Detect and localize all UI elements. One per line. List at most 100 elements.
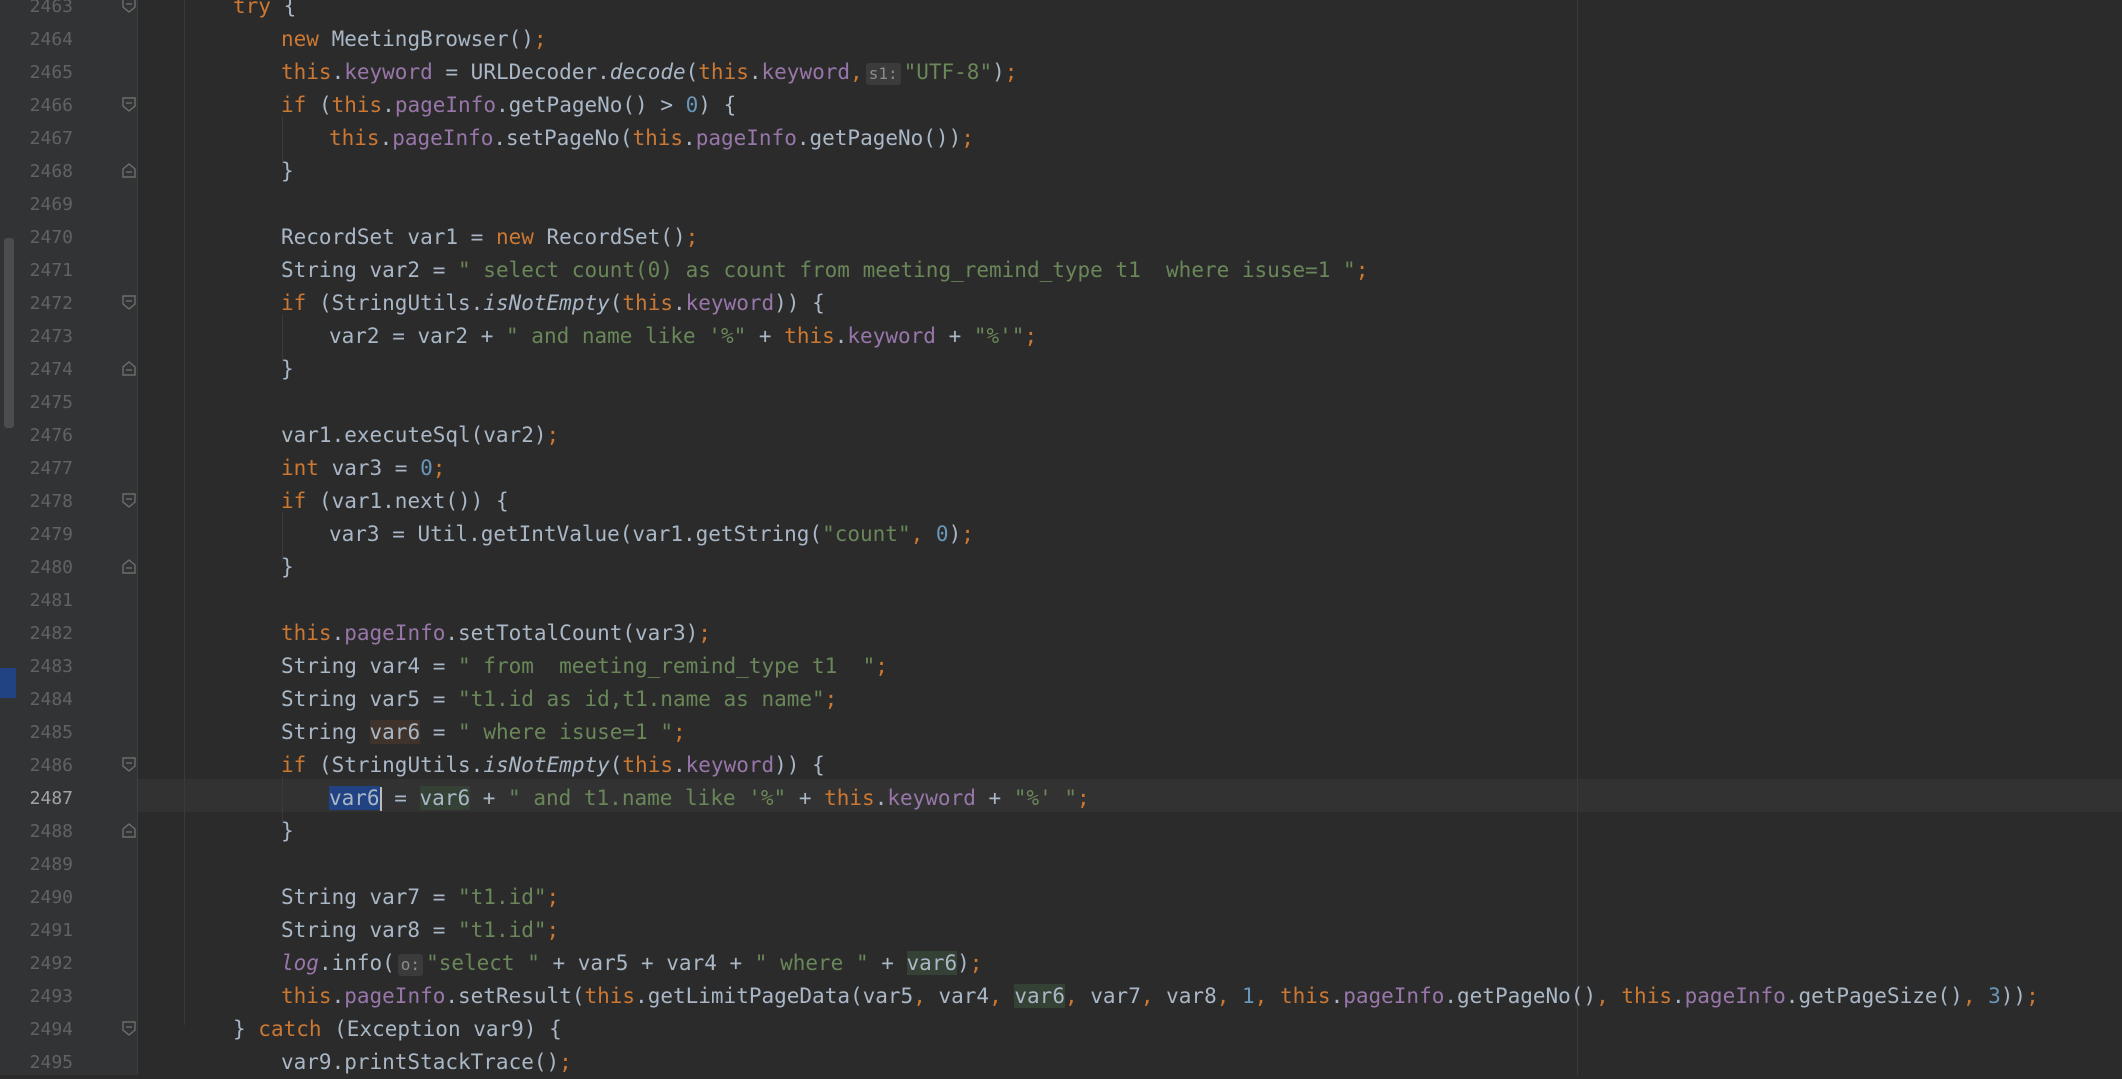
field: pageInfo xyxy=(392,126,494,150)
code-line[interactable]: String var5 = "t1.id as id,t1.name as na… xyxy=(281,683,837,716)
code-line[interactable]: try { xyxy=(233,0,296,23)
line-number: 2489 xyxy=(29,854,73,875)
semicolon: ; xyxy=(698,621,711,645)
code-text: String var2 = xyxy=(281,258,459,282)
code-line[interactable]: var1.executeSql(var2); xyxy=(281,419,559,452)
string-literal: " select count(0) as count from meeting_… xyxy=(458,258,1356,282)
code-line[interactable]: String var7 = "t1.id"; xyxy=(281,881,559,914)
code-text: var9.printStackTrace() xyxy=(281,1050,560,1074)
fold-start-icon[interactable] xyxy=(122,0,136,13)
line-number: 2490 xyxy=(29,887,73,908)
fold-start-icon[interactable] xyxy=(122,493,136,508)
code-line[interactable]: this.pageInfo.setTotalCount(var3); xyxy=(281,617,711,650)
code-line[interactable]: } xyxy=(281,155,294,188)
semicolon: ; xyxy=(685,225,699,249)
code-line[interactable]: this.pageInfo.setPageNo(this.pageInfo.ge… xyxy=(329,122,974,155)
code-line[interactable]: } xyxy=(281,353,294,386)
code-text: String var4 = xyxy=(281,654,459,678)
code-text: .info( xyxy=(318,951,395,975)
code-text: (Exception var9) { xyxy=(321,1017,562,1041)
code-text: var3 = Util.getIntValue(var1.getString( xyxy=(329,522,823,546)
fold-start-icon[interactable] xyxy=(122,97,136,112)
selected-variable[interactable]: var6 xyxy=(329,786,380,810)
code-line[interactable]: if (var1.next()) { xyxy=(281,485,509,518)
code-text: .setTotalCount(var3) xyxy=(445,621,699,645)
code-text: } xyxy=(281,159,294,183)
fold-end-icon[interactable] xyxy=(122,163,136,178)
code-text: .getPageNo()) xyxy=(796,126,962,150)
code-line[interactable]: var9.printStackTrace(); xyxy=(281,1046,572,1079)
string-literal: "%' " xyxy=(1013,786,1078,810)
code-line[interactable]: this.pageInfo.setResult(this.getLimitPag… xyxy=(281,980,2039,1013)
code-line[interactable]: new MeetingBrowser(); xyxy=(281,23,547,56)
parameter-hint: o: xyxy=(397,954,424,976)
code-text: + var5 + var4 + xyxy=(539,951,755,975)
fold-start-icon[interactable] xyxy=(122,757,136,772)
method: isNotEmpty xyxy=(483,753,610,777)
code-editor[interactable]: 2463 2464 2465 2466 2467 2468 2469 2470 … xyxy=(0,0,2122,1075)
line-number: 2492 xyxy=(29,953,73,974)
code-text: . xyxy=(748,60,762,84)
fold-start-icon[interactable] xyxy=(122,1021,136,1036)
code-line[interactable]: String var2 = " select count(0) as count… xyxy=(281,254,1368,287)
line-number: 2481 xyxy=(29,590,73,611)
code-text: } xyxy=(281,819,294,843)
code-text: .getLimitPageData(var5 xyxy=(635,984,914,1008)
scrollbar-thumb[interactable] xyxy=(4,238,14,428)
code-line[interactable]: this.keyword = URLDecoder.decode(this.ke… xyxy=(281,56,1017,89)
code-text: = xyxy=(381,786,420,810)
code-line[interactable]: var3 = Util.getIntValue(var1.getString("… xyxy=(329,518,974,551)
code-text: . xyxy=(382,93,395,117)
fold-start-icon[interactable] xyxy=(122,295,136,310)
field: pageInfo xyxy=(344,621,446,645)
comma: , xyxy=(1596,984,1609,1008)
code-text: . xyxy=(1330,984,1344,1008)
code-text: RecordSet var1 = xyxy=(281,225,496,249)
line-number-current: 2487 xyxy=(29,788,73,809)
code-text: (var1.next()) { xyxy=(306,489,509,513)
keyword: this xyxy=(329,126,380,150)
code-line-current[interactable]: var6 = var6 + " and t1.name like '%" + t… xyxy=(329,782,1090,815)
string-literal: "t1.id as id,t1.name as name" xyxy=(458,687,825,711)
fold-end-icon[interactable] xyxy=(122,559,136,574)
code-text: { xyxy=(270,0,297,18)
code-line[interactable]: if (this.pageInfo.getPageNo() > 0) { xyxy=(281,89,736,122)
line-number: 2471 xyxy=(29,260,73,281)
number-literal: 1 xyxy=(1229,984,1255,1008)
code-line[interactable]: } xyxy=(281,551,294,584)
code-line[interactable]: } xyxy=(281,815,294,848)
code-line[interactable]: String var8 = "t1.id"; xyxy=(281,914,559,947)
line-number: 2491 xyxy=(29,920,73,941)
keyword: this xyxy=(622,291,673,315)
left-tool-strip xyxy=(0,0,16,1075)
code-text: . xyxy=(379,126,393,150)
semicolon: ; xyxy=(672,720,686,744)
code-line[interactable]: String var4 = " from meeting_remind_type… xyxy=(281,650,888,683)
keyword: this xyxy=(1279,984,1331,1008)
code-text: + xyxy=(786,786,825,810)
field: keyword xyxy=(887,786,976,810)
code-text: } xyxy=(281,555,294,579)
code-line[interactable]: } catch (Exception var9) { xyxy=(233,1013,562,1046)
code-line[interactable]: var2 = var2 + " and name like '%" + this… xyxy=(329,320,1037,353)
code-line[interactable]: String var6 = " where isuse=1 "; xyxy=(281,716,686,749)
code-text: . xyxy=(1671,984,1685,1008)
keyword: this xyxy=(632,126,684,150)
code-text: . xyxy=(683,126,696,150)
code-line[interactable]: RecordSet var1 = new RecordSet(); xyxy=(281,221,698,254)
string-literal: "t1.id" xyxy=(458,918,547,942)
string-literal: "%'" xyxy=(973,324,1025,348)
line-number: 2482 xyxy=(29,623,73,644)
fold-end-icon[interactable] xyxy=(122,823,136,838)
string-literal: "t1.id" xyxy=(458,885,547,909)
fold-end-icon[interactable] xyxy=(122,361,136,376)
code-line[interactable]: if (StringUtils.isNotEmpty(this.keyword)… xyxy=(281,749,825,782)
string-literal: "UTF-8" xyxy=(903,60,993,84)
code-line[interactable]: if (StringUtils.isNotEmpty(this.keyword)… xyxy=(281,287,825,320)
code-line[interactable]: int var3 = 0; xyxy=(281,452,445,485)
code-text: . xyxy=(672,291,686,315)
code-line[interactable]: log.info(o: "select " + var5 + var4 + " w… xyxy=(281,947,982,980)
line-number: 2472 xyxy=(29,293,73,314)
code-text: var8 xyxy=(1153,984,1217,1008)
code-text: ) xyxy=(957,951,970,975)
